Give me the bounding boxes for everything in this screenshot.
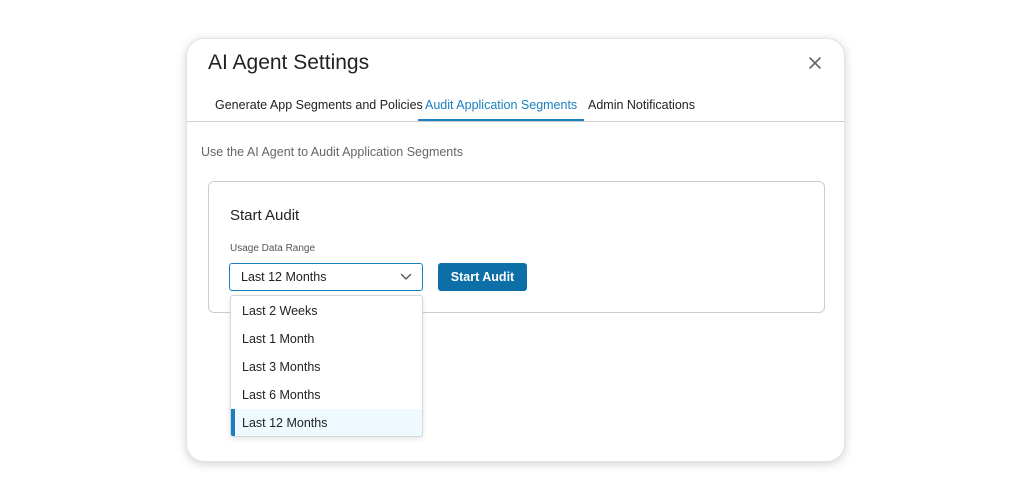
usage-data-range-select[interactable]: Last 12 Months xyxy=(229,263,423,291)
close-button[interactable] xyxy=(802,54,828,74)
page-description: Use the AI Agent to Audit Application Se… xyxy=(201,145,463,159)
tab-bar: Generate App Segments and Policies Audit… xyxy=(187,95,844,122)
tab-admin-notifications[interactable]: Admin Notifications xyxy=(581,95,702,121)
dropdown-option-last-6-months[interactable]: Last 6 Months xyxy=(231,381,422,409)
dropdown-option-last-3-months[interactable]: Last 3 Months xyxy=(231,353,422,381)
dropdown-option-last-1-month[interactable]: Last 1 Month xyxy=(231,325,422,353)
card-title: Start Audit xyxy=(230,207,300,224)
dropdown-option-last-12-months[interactable]: Last 12 Months xyxy=(231,409,422,436)
start-audit-card: Start Audit Usage Data Range Last 12 Mon… xyxy=(208,181,825,313)
dialog-title: AI Agent Settings xyxy=(208,51,370,74)
usage-data-range-label: Usage Data Range xyxy=(230,243,316,254)
tab-generate-app-segments[interactable]: Generate App Segments and Policies xyxy=(208,95,430,121)
ai-agent-settings-dialog: AI Agent Settings Generate App Segments … xyxy=(186,38,845,462)
usage-data-range-dropdown: Last 2 Weeks Last 1 Month Last 3 Months … xyxy=(230,295,423,437)
chevron-down-icon xyxy=(400,273,412,280)
start-audit-button[interactable]: Start Audit xyxy=(438,263,527,291)
dropdown-option-last-2-weeks[interactable]: Last 2 Weeks xyxy=(231,297,422,325)
tab-audit-application-segments[interactable]: Audit Application Segments xyxy=(418,95,585,121)
close-icon xyxy=(809,57,821,69)
select-value: Last 12 Months xyxy=(241,270,327,284)
